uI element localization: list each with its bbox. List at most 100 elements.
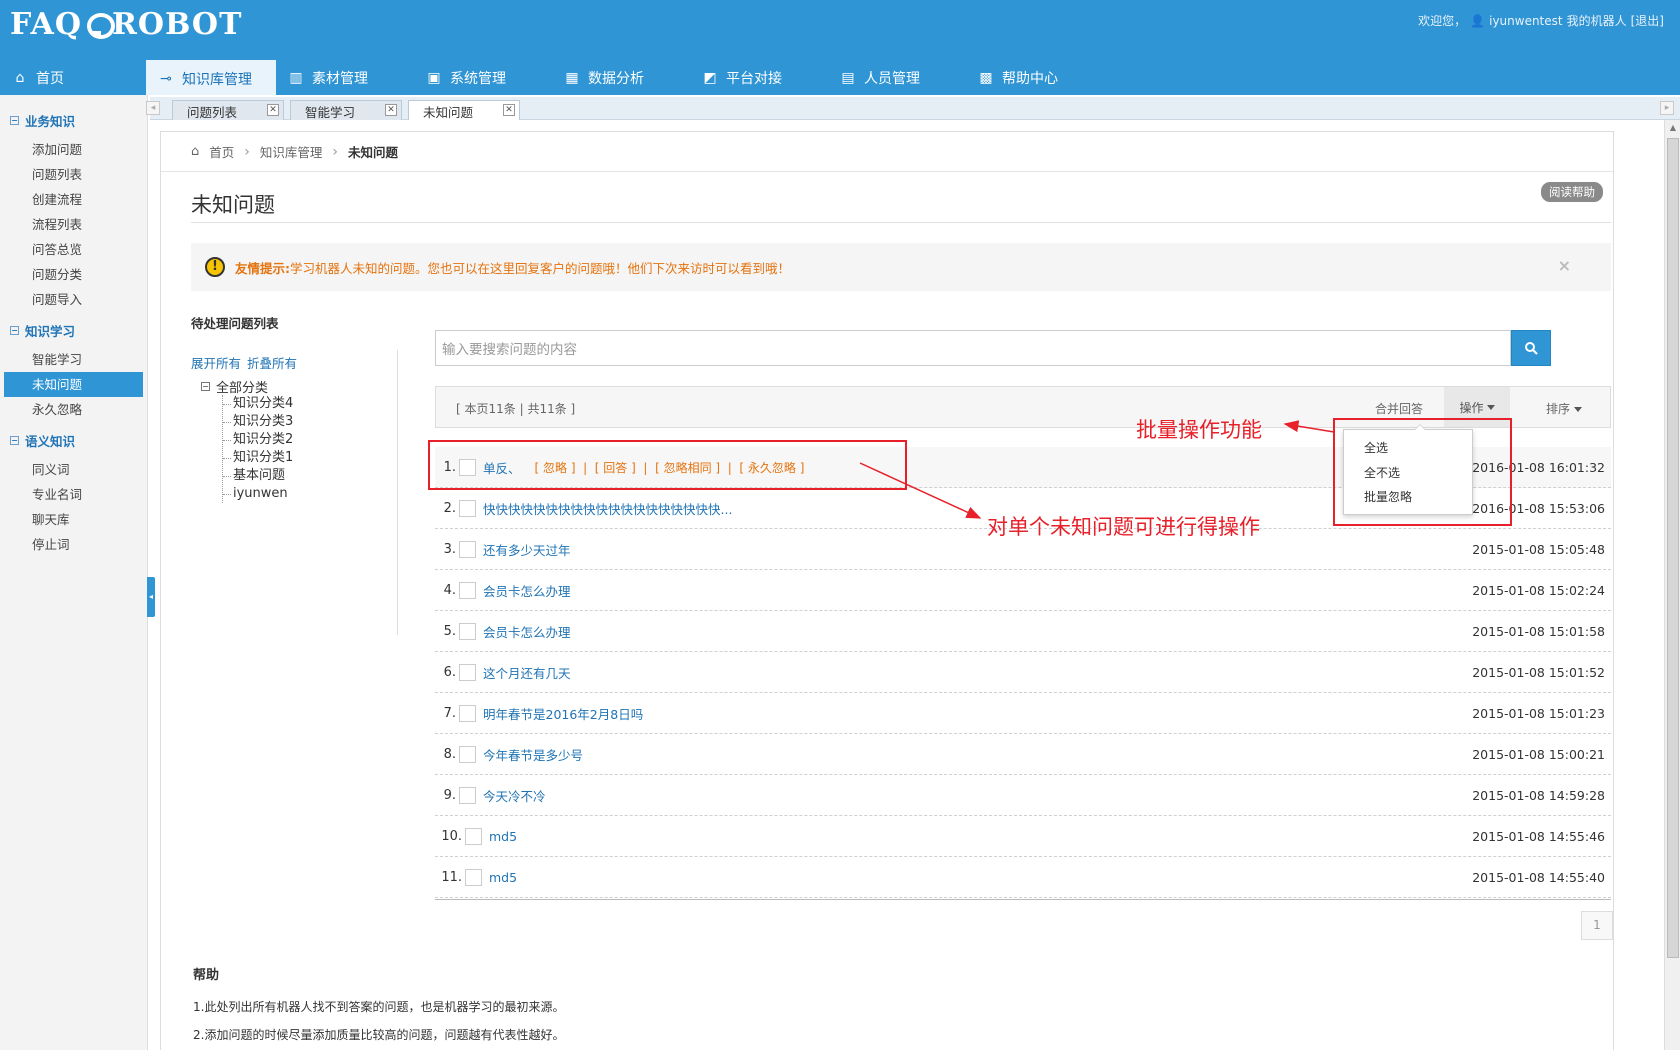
tree-node[interactable]: 知识分类1 <box>223 449 293 467</box>
nav-item-2[interactable]: ▥ 素材管理 <box>276 60 414 95</box>
sidebar-item[interactable]: 停止词 <box>4 532 143 557</box>
pagination-page[interactable]: 1 <box>1581 911 1613 940</box>
question-link[interactable]: 快快快快快快快快快快快快快快快快快快快... <box>483 499 732 518</box>
row-checkbox[interactable] <box>465 827 482 845</box>
question-link[interactable]: 还有多少天过年 <box>483 540 571 559</box>
row-number: 10. <box>441 828 462 844</box>
question-link[interactable]: 会员卡怎么办理 <box>483 581 571 600</box>
nav-item-4[interactable]: ▦ 数据分析 <box>552 60 690 95</box>
question-link[interactable]: 会员卡怎么办理 <box>483 622 571 641</box>
sidebar-item[interactable]: 同义词 <box>4 457 143 482</box>
question-link[interactable]: md5 <box>489 870 517 885</box>
row-number: 7. <box>443 705 456 721</box>
row-checkbox[interactable] <box>459 663 476 681</box>
sidebar-item[interactable]: 流程列表 <box>4 212 143 237</box>
tree-node[interactable]: 知识分类4 <box>223 395 293 413</box>
grid-chart-icon: ▦ <box>565 69 579 86</box>
sidebar-item[interactable]: 添加问题 <box>4 137 143 162</box>
close-icon[interactable]: × <box>1558 256 1571 275</box>
tab-scroll-left-icon[interactable]: ◂ <box>146 101 160 115</box>
merge-answer-button[interactable]: 合并回答 <box>1375 400 1423 417</box>
question-link[interactable]: 今年春节是多少号 <box>483 745 583 764</box>
tree-node[interactable]: iyunwen <box>223 485 293 503</box>
logout-link[interactable]: [退出] <box>1631 12 1664 29</box>
nav-item-7[interactable]: ▩ 帮助中心 <box>966 60 1106 95</box>
tree-node[interactable]: 基本问题 <box>223 467 293 485</box>
page-count: [ 本页11条 | 共11条 ] <box>456 402 576 416</box>
sidebar-item[interactable]: 永久忽略 <box>4 397 143 422</box>
collapse-icon[interactable]: − <box>201 382 210 391</box>
row-checkbox[interactable] <box>459 499 476 517</box>
sidebar-item[interactable]: 专业名词 <box>4 482 143 507</box>
nav-label: 数据分析 <box>588 70 644 87</box>
read-help-button[interactable]: 阅读帮助 <box>1541 182 1603 202</box>
breadcrumb-section[interactable]: 知识库管理 <box>260 142 323 161</box>
scroll-up-icon[interactable]: ▲ <box>1668 123 1678 132</box>
sidebar-item[interactable]: 问题分类 <box>4 262 143 287</box>
row-checkbox[interactable] <box>459 581 476 599</box>
breadcrumb-home[interactable]: 首页 <box>209 142 234 161</box>
row-checkbox[interactable] <box>459 622 476 640</box>
warning-icon: ! <box>205 257 225 277</box>
tab-question-list[interactable]: 问题列表 ✕ <box>172 100 284 120</box>
tree-root[interactable]: − 全部分类 <box>201 377 268 396</box>
help-line: 1.此处列出所有机器人找不到答案的问题，也是机器学习的最初来源。 <box>193 1000 565 1014</box>
collapse-all-link[interactable]: 折叠所有 <box>247 353 297 372</box>
row-checkbox[interactable] <box>465 868 482 886</box>
collapse-icon[interactable]: − <box>10 116 19 125</box>
home-icon: ⌂ <box>191 144 200 159</box>
sidebar-item[interactable]: 问题列表 <box>4 162 143 187</box>
row-checkbox[interactable] <box>459 540 476 558</box>
my-robot-link[interactable]: 我的机器人 <box>1567 12 1627 29</box>
sidebar-item[interactable]: 智能学习 <box>4 347 143 372</box>
sidebar-item[interactable]: 未知问题 <box>4 372 143 397</box>
divider <box>191 222 1611 223</box>
scrollbar-thumb[interactable] <box>1667 138 1679 958</box>
nav-item-6[interactable]: ▤ 人员管理 <box>828 60 966 95</box>
collapse-icon[interactable]: − <box>10 436 19 445</box>
nav-item-5[interactable]: ◩ 平台对接 <box>690 60 828 95</box>
tab-scroll-right-icon[interactable]: ▸ <box>1660 101 1674 115</box>
tree-root-label[interactable]: 全部分类 <box>216 377 268 396</box>
expand-all-link[interactable]: 展开所有 <box>191 353 241 372</box>
tab-strip: ◂ 问题列表 ✕ 智能学习 ✕ 未知问题 ✕ ▸ <box>146 97 1680 120</box>
sidebar-item[interactable]: 问答总览 <box>4 237 143 262</box>
close-icon[interactable]: ✕ <box>267 104 279 116</box>
sort-label: 排序 <box>1546 402 1571 416</box>
question-link[interactable]: 明年春节是2016年2月8日吗 <box>483 704 643 723</box>
sidebar-group[interactable]: − 语义知识 <box>0 428 147 453</box>
close-icon[interactable]: ✕ <box>385 104 397 116</box>
collapse-icon[interactable]: − <box>10 326 19 335</box>
question-link[interactable]: 今天冷不冷 <box>483 786 546 805</box>
annotation-box-row <box>428 440 907 490</box>
sidebar-item[interactable]: 聊天库 <box>4 507 143 532</box>
nav-label: 系统管理 <box>450 70 506 87</box>
sort-dropdown[interactable]: 排序 <box>1546 400 1582 417</box>
top-header: FAQ ROBOT 欢迎您， 👤 iyunwentest 我的机器人 [退出] ⌂… <box>0 0 1680 95</box>
app-window: FAQ ROBOT 欢迎您， 👤 iyunwentest 我的机器人 [退出] ⌂… <box>0 0 1680 1050</box>
search-input[interactable]: 输入要搜索问题的内容 <box>435 330 1511 366</box>
home-icon: ⌂ <box>15 69 25 86</box>
question-link[interactable]: md5 <box>489 829 517 844</box>
tree-node[interactable]: 知识分类3 <box>223 413 293 431</box>
search-button[interactable] <box>1511 330 1551 366</box>
row-checkbox[interactable] <box>459 745 476 763</box>
tree-node[interactable]: 知识分类2 <box>223 431 293 449</box>
nav-item-1[interactable]: ⊸ 知识库管理 <box>146 60 276 95</box>
row-checkbox[interactable] <box>459 704 476 722</box>
row-checkbox[interactable] <box>459 786 476 804</box>
tab-unknown-questions[interactable]: 未知问题 ✕ <box>408 100 520 120</box>
nav-item-3[interactable]: ▣ 系统管理 <box>414 60 552 95</box>
sidebar-group[interactable]: − 知识学习 <box>0 318 147 343</box>
scrollbar[interactable]: ▲ <box>1664 120 1680 1050</box>
sidebar-item[interactable]: 创建流程 <box>4 187 143 212</box>
user-icon: 👤 <box>1470 13 1486 28</box>
question-link[interactable]: 这个月还有几天 <box>483 663 571 682</box>
close-icon[interactable]: ✕ <box>503 104 515 116</box>
tab-smart-learning[interactable]: 智能学习 ✕ <box>290 100 402 120</box>
sidebar-item[interactable]: 问题导入 <box>4 287 143 312</box>
sidebar-group[interactable]: − 业务知识 <box>0 108 147 133</box>
row-number: 5. <box>443 623 456 639</box>
sidebar-collapse-handle[interactable]: ◂ <box>147 577 155 617</box>
nav-item-0[interactable]: ⌂ 首页 <box>0 60 146 95</box>
